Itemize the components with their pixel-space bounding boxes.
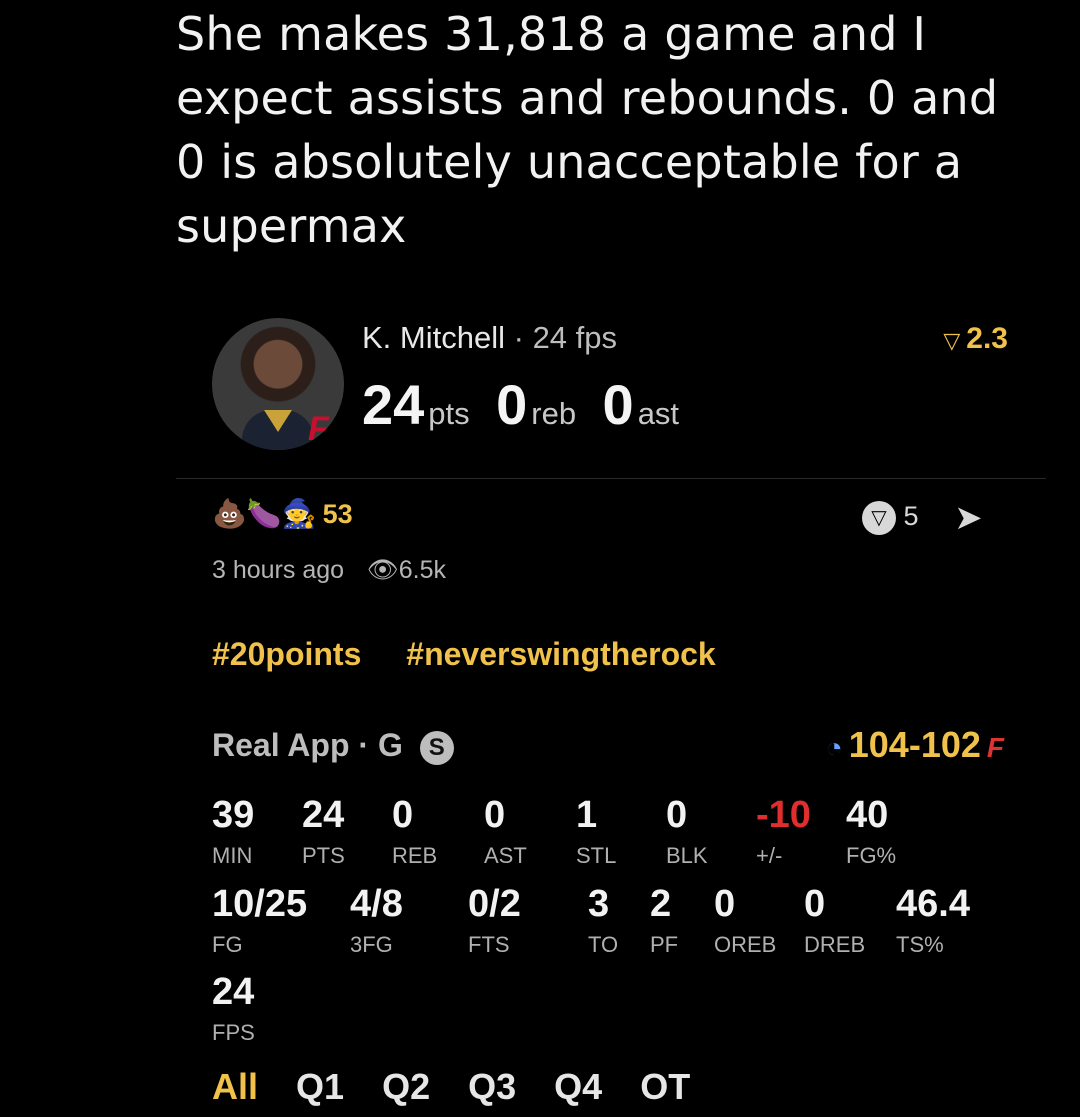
reb-label: reb	[531, 396, 577, 431]
rating-value: 2.3	[966, 322, 1008, 355]
game-score[interactable]: ◔ 104-102 F	[820, 724, 1010, 766]
tab-q3[interactable]: Q3	[468, 1066, 516, 1107]
stat-fts: 0/2 FTS	[468, 883, 521, 957]
hashtags: #20points #neverswingtherock	[212, 636, 752, 673]
stat-to: 3 TO	[588, 883, 619, 957]
tab-q1[interactable]: Q1	[296, 1066, 344, 1107]
position: G	[377, 727, 403, 763]
stat-3fg: 4/8 3FG	[350, 883, 403, 957]
stat-fg-pct: 40 FG%	[846, 794, 897, 868]
pts-value: 24	[362, 373, 425, 436]
reaction-emojis: 💩🍆🧙	[212, 498, 317, 529]
stat-pts: 24 PTS	[302, 794, 345, 868]
stat-stl: 1 STL	[576, 794, 617, 868]
tab-all[interactable]: All	[212, 1066, 258, 1107]
separator-dot: ·	[513, 320, 524, 355]
game-source: Real App · G S	[212, 727, 454, 765]
rating-badge[interactable]: ▽ 2.3	[943, 322, 1008, 356]
post-time: 3 hours ago	[212, 556, 345, 584]
ast-label: ast	[637, 396, 680, 431]
stat-oreb: 0 OREB	[714, 883, 777, 957]
stat-reb: 0 REB	[392, 794, 438, 868]
separator-dot: ·	[358, 727, 370, 763]
stat-pf: 2 PF	[650, 883, 679, 957]
stat-blk: 0 BLK	[666, 794, 708, 868]
tab-q2[interactable]: Q2	[382, 1066, 430, 1107]
starter-badge: S	[419, 730, 454, 765]
divider	[176, 478, 1046, 479]
reactions-bar[interactable]: 💩🍆🧙 53	[212, 497, 353, 530]
stat-fg: 10/25 FG	[212, 883, 308, 957]
pts-label: pts	[428, 396, 470, 431]
reb-value: 0	[496, 373, 528, 436]
period-tabs: All Q1 Q2 Q3 Q4 OT	[212, 1066, 718, 1108]
stat-ast: 0 AST	[484, 794, 527, 868]
hashtag[interactable]: #neverswingtherock	[406, 636, 715, 672]
player-fps: 24 fps	[532, 320, 618, 355]
stat-plus-minus: -10 +/-	[756, 794, 811, 868]
stat-fps: 24 FPS	[212, 971, 255, 1045]
player-name[interactable]: K. Mitchell	[362, 320, 505, 355]
view-count: 6.5k	[398, 556, 447, 584]
team-logo-icon: F	[308, 410, 329, 448]
tab-ot[interactable]: OT	[640, 1066, 690, 1107]
team-logo-icon: F	[986, 732, 1004, 763]
post-caption: She makes 31,818 a game and I expect ass…	[176, 7, 999, 253]
app-logo-icon[interactable]: ▽	[862, 501, 896, 535]
tab-q4[interactable]: Q4	[554, 1066, 602, 1107]
post-meta: 3 hours ago 👁6.5k	[212, 556, 446, 585]
reaction-count: 53	[322, 499, 353, 529]
ast-value: 0	[602, 373, 634, 436]
triangle-icon: ▽	[943, 328, 961, 353]
stat-min: 39 MIN	[212, 794, 255, 868]
share-count: 5	[903, 501, 919, 532]
hashtag[interactable]: #20points	[212, 636, 361, 672]
player-avatar[interactable]: F	[212, 318, 344, 450]
opponent-logo-icon: ◔	[825, 732, 843, 763]
share-area: ▽ 5 ➤	[862, 498, 983, 538]
headline-stats: 24 pts 0 reb 0 ast	[362, 372, 701, 437]
eye-icon: 👁	[367, 556, 399, 584]
score-value: 104-102	[848, 724, 981, 765]
send-icon[interactable]: ➤	[954, 498, 983, 538]
stat-dreb: 0 DREB	[804, 883, 866, 957]
stat-ts-pct: 46.4 TS%	[896, 883, 970, 957]
app-name: Real App	[212, 727, 350, 763]
player-header: K. Mitchell · 24 fps	[362, 320, 617, 356]
